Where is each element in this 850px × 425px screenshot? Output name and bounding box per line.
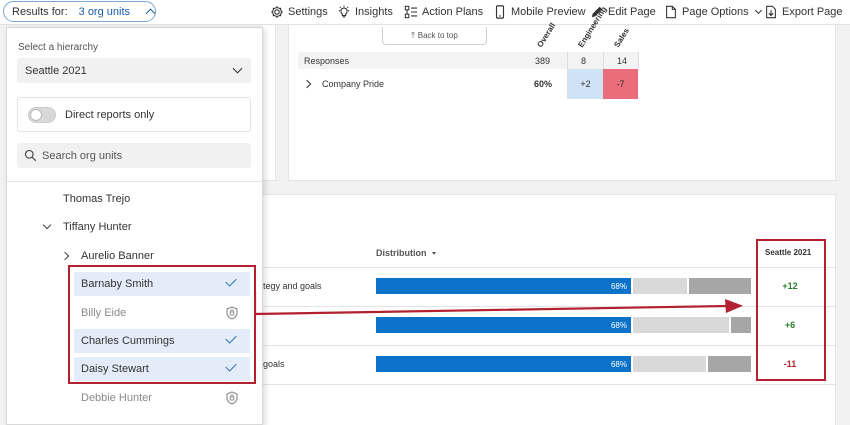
org-unit-item-debbie-hunter: Debbie Hunter	[7, 386, 262, 410]
org-unit-label: Thomas Trejo	[63, 193, 131, 205]
row-divider	[262, 345, 836, 346]
chevron-down-icon[interactable]	[42, 221, 52, 230]
search-org-units-input[interactable]	[42, 143, 242, 168]
arrow-up-icon: ⤒	[411, 30, 415, 40]
settings-label: Settings	[288, 6, 328, 18]
column-divider	[603, 52, 604, 69]
direct-reports-toggle[interactable]	[28, 107, 56, 123]
chevron-down-icon	[754, 6, 762, 15]
responses-label: Responses	[304, 55, 350, 66]
org-unit-label: Debbie Hunter	[81, 391, 152, 404]
insights-label: Insights	[355, 6, 393, 18]
left-background-panel	[262, 25, 276, 181]
direct-reports-container: Direct reports only	[17, 97, 251, 132]
org-unit-item-tiffany-hunter[interactable]: Tiffany Hunter	[7, 215, 262, 239]
mobile-preview-label: Mobile Preview	[511, 6, 586, 18]
responses-overall: 389	[535, 55, 551, 66]
annotation-box-selected-units	[68, 265, 256, 384]
org-unit-label: Tiffany Hunter	[63, 221, 132, 234]
action-plans-button[interactable]: Action Plans	[404, 4, 483, 20]
row-overall-value: 60%	[534, 79, 553, 89]
top-toolbar: Results for: 3 org units Settings Insigh…	[0, 0, 850, 25]
distribution-header-label: Distribution	[376, 248, 427, 258]
responses-engineering: 8	[581, 55, 587, 66]
org-unit-item-thomas-trejo[interactable]: Thomas Trejo	[7, 187, 262, 211]
search-icon	[24, 149, 37, 162]
annotation-box-compare-column	[756, 239, 826, 381]
results-for-label: Results for:	[12, 5, 68, 18]
mobile-icon	[495, 5, 505, 19]
favorable-percent: 68%	[610, 359, 627, 369]
results-for-button[interactable]: Results for: 3 org units	[3, 1, 156, 22]
annotation-arrow	[255, 292, 743, 316]
edit-page-label: Edit Page	[608, 6, 656, 18]
hierarchy-label: Select a hierarchy	[18, 42, 99, 53]
back-to-top-button[interactable]: ⤒ Back to top	[382, 27, 487, 45]
org-unit-label: Aurelio Banner	[81, 249, 154, 262]
insights-button[interactable]: Insights	[337, 4, 393, 20]
chevron-right-icon[interactable]	[60, 251, 70, 261]
action-plans-label: Action Plans	[422, 6, 484, 18]
hierarchy-select[interactable]: Seattle 2021	[17, 58, 251, 83]
annotation-arrow-line	[255, 292, 729, 316]
export-icon	[766, 5, 776, 19]
toggle-knob	[30, 109, 42, 121]
heat-cell-sales: -7	[603, 69, 638, 99]
lightbulb-icon	[338, 5, 350, 18]
annotation-arrow-head	[725, 299, 743, 313]
export-page-label: Export Page	[782, 6, 843, 18]
export-page-button[interactable]: Export Page	[764, 4, 843, 20]
row-divider	[262, 267, 836, 268]
distribution-bar-3: 68%	[376, 356, 751, 372]
direct-reports-label: Direct reports only	[65, 109, 155, 121]
dropdown-divider	[7, 181, 262, 182]
neutral-segment	[633, 356, 706, 372]
page-icon	[666, 5, 676, 19]
favorable-segment: 68%	[376, 356, 631, 372]
page-options-label: Page Options	[682, 6, 749, 18]
chevron-right-icon	[302, 79, 312, 89]
heat-cell-engineering: +2	[568, 69, 603, 99]
row-label-company-pride: Company Pride	[322, 79, 385, 89]
dist-row-label-3: goals	[263, 359, 285, 369]
action-plans-icon	[404, 5, 418, 19]
unfavorable-segment	[708, 356, 751, 372]
row-divider	[262, 384, 836, 385]
shield-icon	[226, 391, 238, 405]
page-options-button[interactable]: Page Options	[664, 4, 762, 20]
chevron-down-icon	[232, 63, 243, 74]
heatmap-widget	[288, 25, 836, 181]
settings-button[interactable]: Settings	[270, 4, 328, 20]
chevron-up-icon	[145, 8, 156, 18]
gear-icon	[271, 6, 283, 18]
responses-sales: 14	[617, 55, 628, 66]
results-for-value: 3 org units	[78, 5, 131, 18]
search-container	[17, 143, 251, 168]
favorable-percent: 68%	[610, 320, 627, 330]
hierarchy-value: Seattle 2021	[25, 64, 87, 77]
back-to-top-label: Back to top	[417, 31, 458, 40]
caret-down-icon	[431, 251, 436, 255]
mobile-preview-button[interactable]: Mobile Preview	[493, 4, 586, 20]
column-divider	[638, 52, 639, 69]
distribution-header[interactable]: Distribution	[376, 248, 436, 258]
